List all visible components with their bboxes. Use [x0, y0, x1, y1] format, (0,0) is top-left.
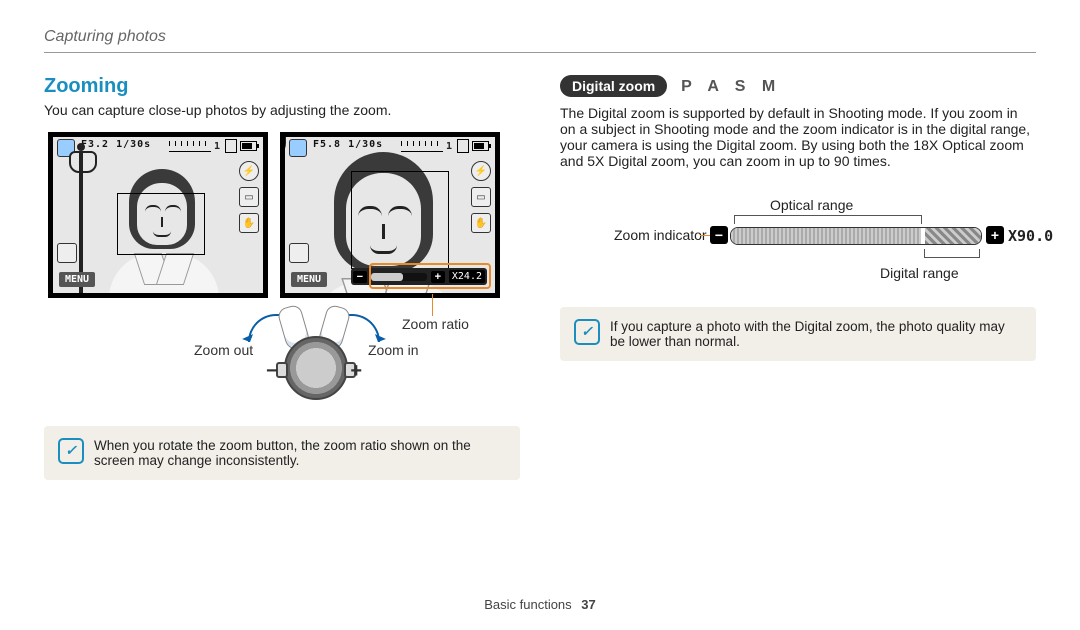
footer-section: Basic functions: [484, 597, 571, 612]
preview-zoom-in: F5.8 1/30s 1 ⚡ ▭ ✋: [280, 132, 500, 298]
body-text: The Digital zoom is supported by default…: [560, 105, 1036, 169]
page-number: 37: [581, 597, 595, 612]
digital-range-label: Digital range: [880, 265, 959, 281]
section-heading: Zooming: [44, 75, 520, 98]
optical-segment: [731, 228, 921, 244]
menu-button: MENU: [59, 272, 95, 287]
breadcrumb: Capturing photos: [44, 28, 1036, 46]
menu-button: MENU: [291, 272, 327, 287]
leader-line: [432, 294, 433, 316]
zoom-out-icon: −: [353, 271, 367, 283]
zoom-ratio-label: Zoom ratio: [402, 316, 469, 332]
note-text: When you rotate the zoom button, the zoo…: [94, 438, 506, 468]
zoom-gauge-bar: [730, 227, 982, 245]
digital-segment: [925, 228, 981, 244]
mode-letters: P A S M: [681, 78, 781, 96]
callout-highlight: [369, 263, 491, 289]
info-icon: ✓: [574, 319, 600, 345]
zoom-gauge-diagram: Optical range Zoom indicator − + X90.0 D…: [560, 179, 1036, 289]
plus-icon: +: [350, 360, 362, 383]
header-rule: [44, 52, 1036, 53]
optical-range-label: Optical range: [770, 197, 853, 213]
left-column: Zooming You can capture close-up photos …: [44, 75, 520, 480]
preview-zoom-out: F3.2 1/30s 1 ⚡ ▭ ✋: [48, 132, 268, 298]
page-footer: Basic functions 37: [0, 597, 1080, 612]
digital-bracket: [924, 249, 980, 258]
digital-zoom-pill: Digital zoom: [560, 75, 667, 97]
focus-frame: [351, 171, 449, 269]
gauge-plus-icon: +: [986, 226, 1004, 244]
zoom-indicator-label: Zoom indicator: [614, 227, 707, 243]
intro-text: You can capture close-up photos by adjus…: [44, 102, 520, 118]
info-icon: ✓: [58, 438, 84, 464]
gauge-minus-icon: −: [710, 226, 728, 244]
minus-icon: −: [266, 360, 278, 383]
right-column: Digital zoom P A S M The Digital zoom is…: [560, 75, 1036, 480]
note-box: ✓ When you rotate the zoom button, the z…: [44, 426, 520, 480]
callout-area: Zoom ratio Zoom out Zoom in − +: [44, 298, 520, 408]
zoom-dial-icon: [284, 336, 348, 400]
note-box: ✓ If you capture a photo with the Digita…: [560, 307, 1036, 361]
note-text: If you capture a photo with the Digital …: [610, 319, 1022, 349]
max-zoom-value: X90.0: [1008, 227, 1053, 245]
zoom-dial-illustration: − +: [254, 314, 374, 408]
optical-bracket: [734, 215, 922, 224]
focus-frame: [117, 193, 205, 255]
